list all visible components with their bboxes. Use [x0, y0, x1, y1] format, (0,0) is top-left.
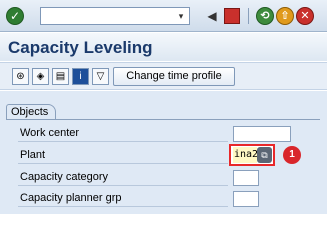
- plant-label: Plant: [20, 149, 46, 161]
- work-center-label: Work center: [20, 127, 80, 139]
- execute-icon[interactable]: ⊛: [12, 68, 29, 85]
- command-dropdown-icon[interactable]: ▾: [175, 9, 187, 23]
- capacity-category-label: Capacity category: [20, 171, 109, 183]
- filter-icon[interactable]: ▽: [92, 68, 109, 85]
- info-icon[interactable]: i: [72, 68, 89, 85]
- callout-badge: 1: [283, 146, 301, 164]
- cancel-icon[interactable]: ✕: [296, 7, 314, 25]
- search-help-icon[interactable]: ⧉: [257, 147, 272, 163]
- work-center-field[interactable]: [233, 126, 291, 142]
- capacity-planner-grp-label: Capacity planner grp: [20, 192, 122, 204]
- save-variant-icon[interactable]: ▤: [52, 68, 69, 85]
- objects-group-title: Objects: [6, 104, 56, 120]
- back-navigation-icon[interactable]: ⟲: [256, 7, 274, 25]
- back-icon[interactable]: ◀: [204, 8, 220, 24]
- capacity-category-field[interactable]: [233, 170, 259, 186]
- enter-button[interactable]: ✓: [6, 7, 24, 25]
- change-time-profile-button[interactable]: Change time profile: [113, 67, 235, 86]
- page-title: Capacity Leveling: [8, 38, 153, 57]
- plant-field[interactable]: ina2: [233, 147, 258, 163]
- command-field[interactable]: [40, 7, 190, 25]
- variant-icon[interactable]: ◈: [32, 68, 49, 85]
- capacity-planner-grp-field[interactable]: [233, 191, 259, 207]
- row-divider: [18, 146, 228, 164]
- toolbar-separator: [248, 8, 249, 24]
- exit-icon[interactable]: ⇧: [276, 7, 294, 25]
- save-icon[interactable]: [224, 8, 240, 24]
